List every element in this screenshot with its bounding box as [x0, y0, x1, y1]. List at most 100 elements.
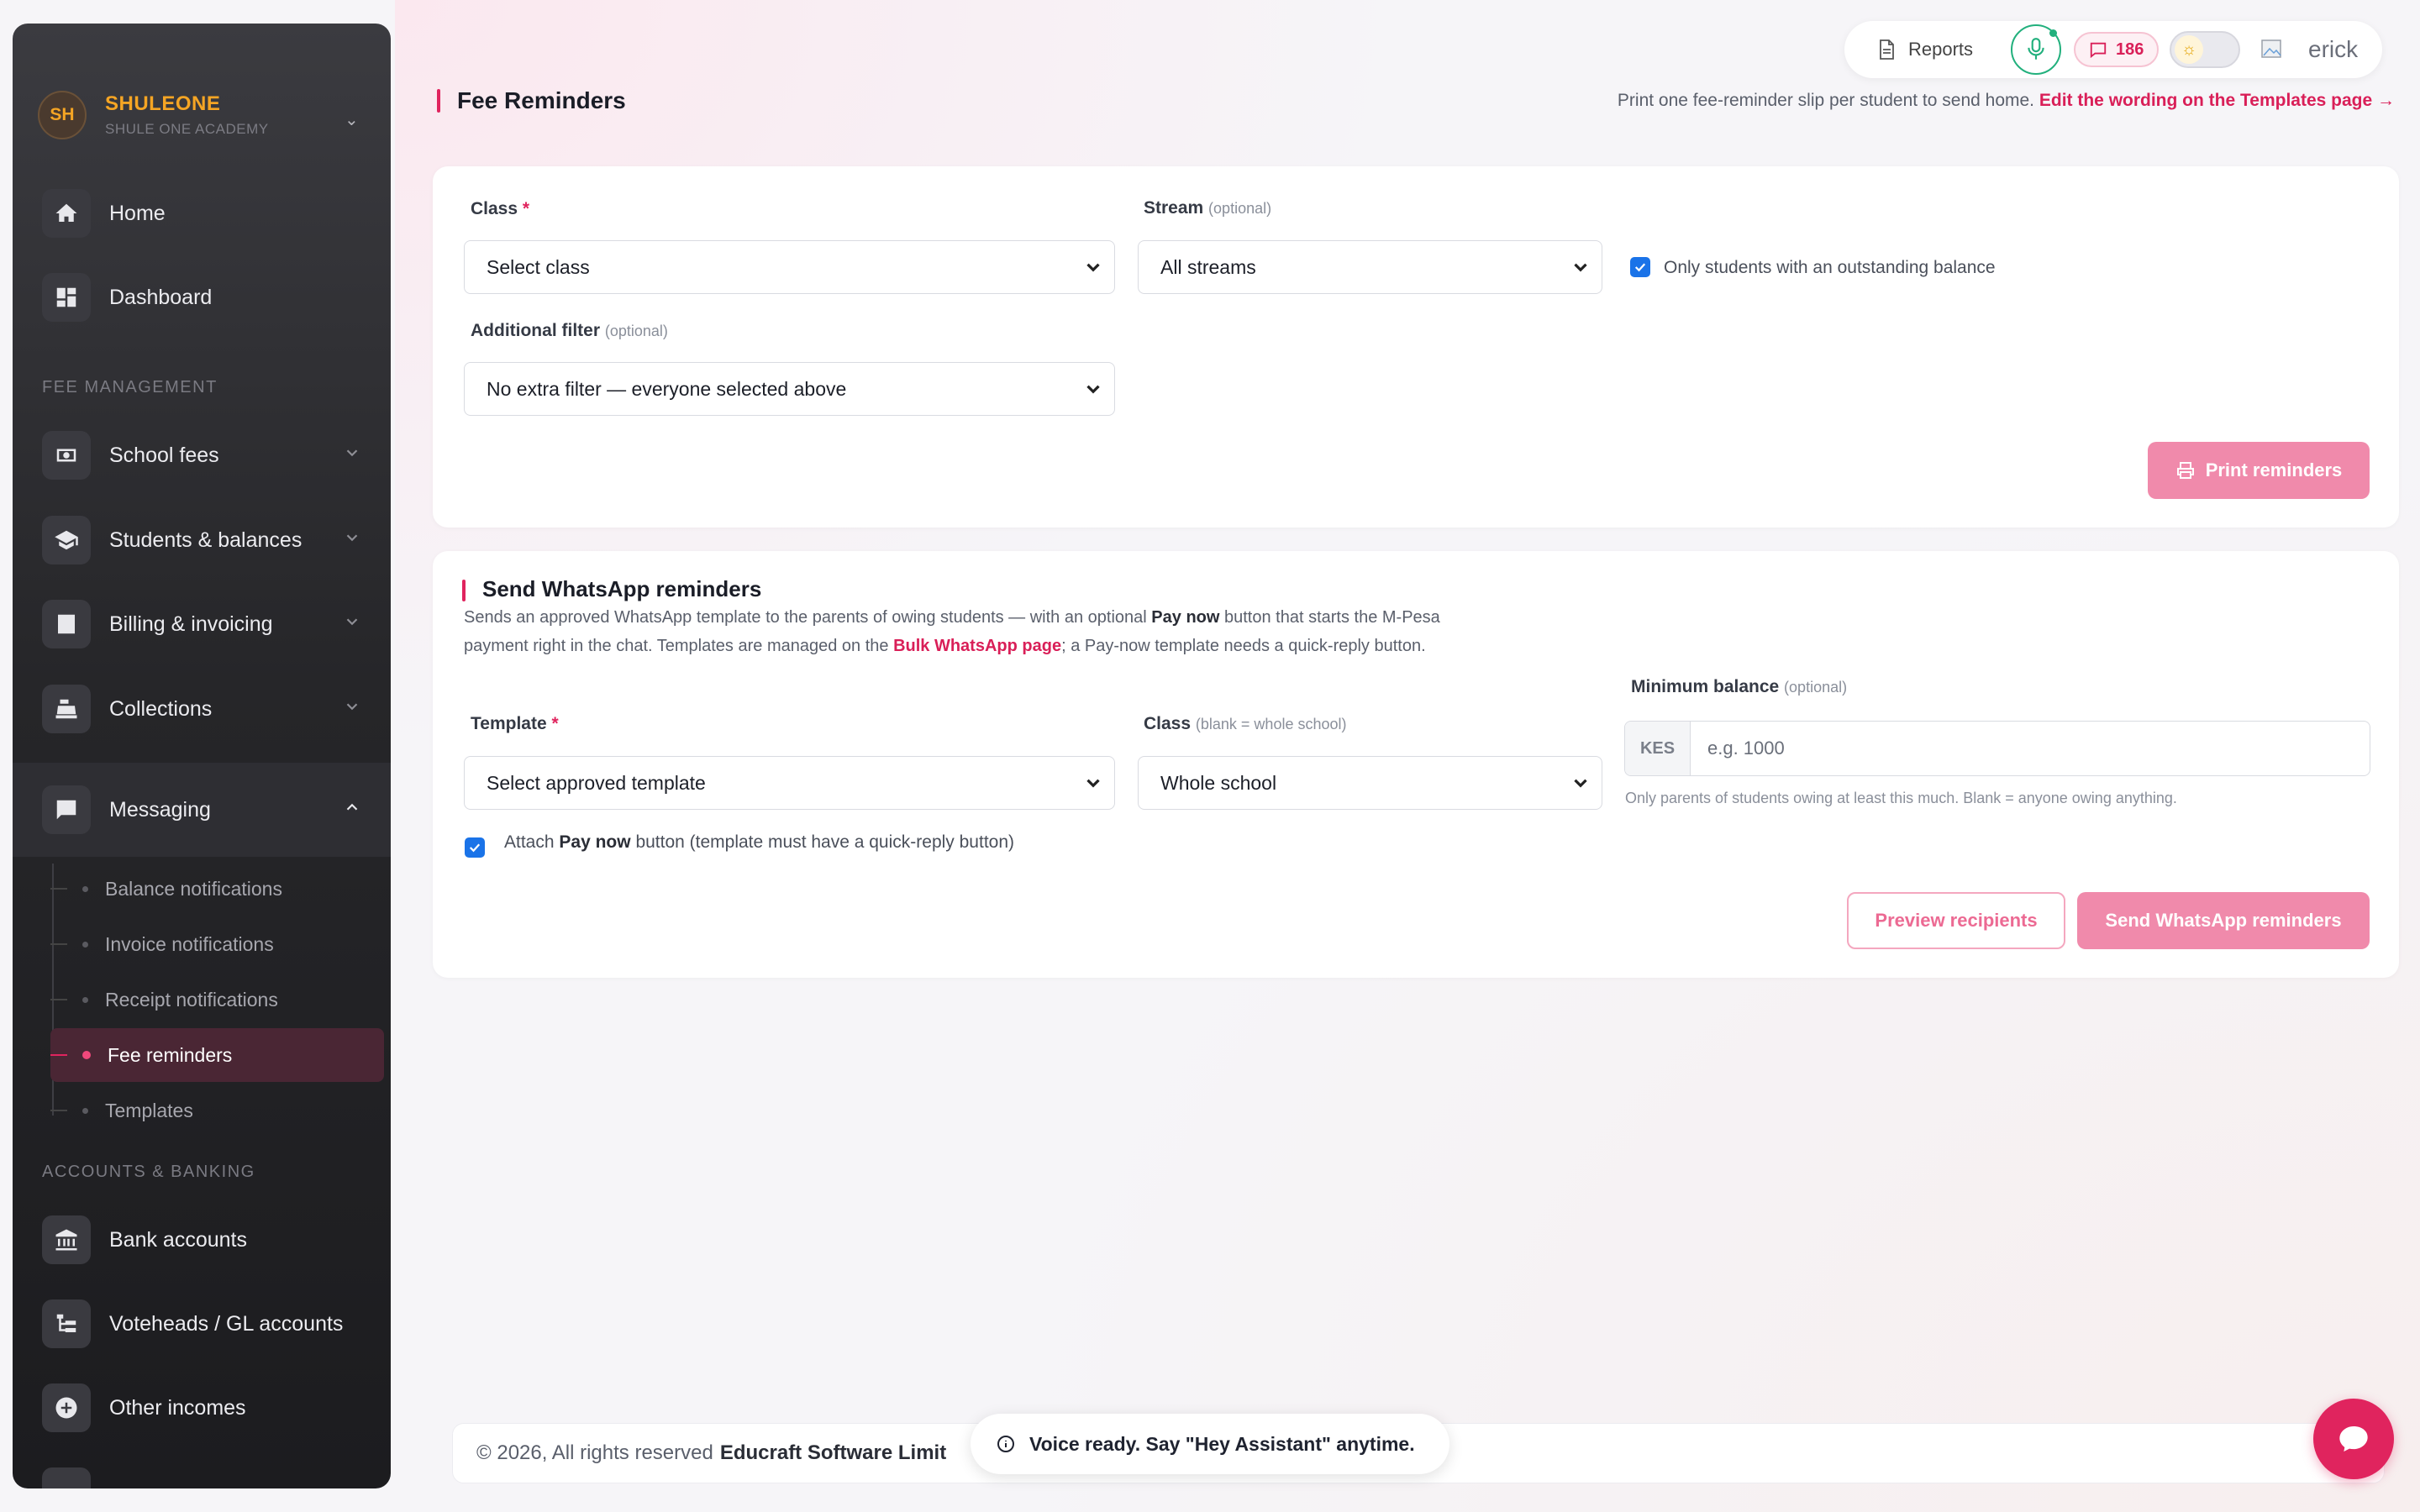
bullet-icon: [82, 885, 88, 892]
page-hint-text: Print one fee-reminder slip per student …: [1617, 91, 2035, 110]
brand-name: SHULEONE: [105, 92, 221, 115]
nav-item-messaging[interactable]: Messaging: [42, 780, 378, 839]
chat-icon: [2090, 42, 2107, 59]
sub-item-label: Receipt notifications: [105, 988, 278, 1011]
template-select[interactable]: Select approved template: [464, 756, 1115, 810]
sub-item-receipt-notifications[interactable]: Receipt notifications: [50, 973, 384, 1026]
print-reminders-card: [433, 166, 2399, 528]
messages-count: 186: [2116, 39, 2144, 59]
nav-item-collections[interactable]: Collections: [42, 680, 378, 738]
currency-prefix: KES: [1625, 722, 1691, 775]
template-label: Template *: [471, 714, 559, 733]
outstanding-balance-label: Only students with an outstanding balanc…: [1664, 258, 1996, 277]
nav-label: Home: [109, 201, 166, 225]
microphone-icon: [2028, 38, 2044, 60]
bullet-icon: [82, 996, 88, 1003]
print-reminders-label: Print reminders: [2205, 459, 2343, 480]
additional-filter-value: No extra filter — everyone selected abov…: [487, 377, 847, 400]
additional-filter-select[interactable]: No extra filter — everyone selected abov…: [464, 362, 1115, 416]
dashboard-icon: [42, 273, 91, 322]
nav-item-bank-accounts[interactable]: Bank accounts: [42, 1210, 378, 1269]
send-whatsapp-button[interactable]: Send WhatsApp reminders: [2077, 892, 2370, 949]
company-name: Educraft Software Limit: [719, 1441, 947, 1464]
bullet-icon: [82, 1107, 88, 1114]
brand-subtitle: SHULE ONE ACADEMY: [105, 121, 269, 137]
sub-item-balance-notifications[interactable]: Balance notifications: [50, 862, 384, 916]
chevron-up-icon: [343, 798, 361, 822]
user-avatar[interactable]: [2260, 37, 2286, 62]
nav-section-accounts-banking: ACCOUNTS & BANKING: [42, 1163, 255, 1181]
tree-icon: [42, 1299, 91, 1348]
info-icon: [997, 1436, 1014, 1452]
nav-item-voteheads[interactable]: Voteheads / GL accounts: [42, 1294, 378, 1353]
money-icon: [42, 431, 91, 480]
brand-switcher[interactable]: SH SHULEONE SHULE ONE ACADEMY: [38, 91, 269, 139]
templates-page-link[interactable]: Edit the wording on the Templates page →: [2039, 91, 2395, 110]
minimum-balance-label: Minimum balance (optional): [1631, 677, 1848, 696]
theme-toggle[interactable]: ☼: [2170, 31, 2240, 68]
sub-item-label: Fee reminders: [108, 1043, 233, 1066]
graduation-cap-icon: [42, 516, 91, 564]
chevron-down-icon: [1570, 256, 1591, 283]
chevron-down-icon[interactable]: ⌄: [345, 109, 359, 130]
sub-item-invoice-notifications[interactable]: Invoice notifications: [50, 917, 384, 971]
bullet-icon: [82, 941, 88, 948]
chat-button[interactable]: [2313, 1399, 2394, 1479]
check-icon: [1634, 263, 1646, 272]
nav-label: Billing & invoicing: [109, 612, 273, 636]
preview-recipients-button[interactable]: Preview recipients: [1847, 892, 2065, 949]
class-select-value: Select class: [487, 255, 590, 278]
page-hint: Print one fee-reminder slip per student …: [1618, 91, 2395, 111]
nav-label: Other incomes: [109, 1395, 246, 1420]
nav-section-fee-management: FEE MANAGEMENT: [42, 378, 218, 396]
bullet-icon: [82, 1051, 91, 1059]
nav-item-dashboard[interactable]: Dashboard: [42, 268, 378, 327]
nav-label: School fees: [109, 443, 219, 467]
sub-item-label: Invoice notifications: [105, 932, 274, 955]
nav-item-school-fees[interactable]: School fees: [42, 426, 378, 485]
sun-icon: ☼: [2175, 35, 2203, 64]
reports-button[interactable]: Reports: [1876, 39, 1973, 60]
messages-badge[interactable]: 186: [2074, 32, 2160, 67]
nav-item-partial[interactable]: [42, 1462, 378, 1488]
stream-select[interactable]: All streams: [1138, 240, 1602, 294]
sub-item-label: Balance notifications: [105, 877, 282, 900]
nav-label: Messaging: [109, 797, 211, 822]
nav-item-other-incomes[interactable]: Other incomes: [42, 1378, 378, 1437]
whatsapp-section-title: Send WhatsApp reminders: [482, 576, 762, 601]
wa-class-select-value: Whole school: [1160, 771, 1277, 794]
minimum-balance-placeholder: e.g. 1000: [1707, 738, 1785, 759]
sub-item-templates[interactable]: Templates: [50, 1084, 384, 1137]
nav-item-billing-invoicing[interactable]: Billing & invoicing: [42, 595, 378, 654]
attach-pay-now-checkbox[interactable]: [465, 837, 485, 858]
send-whatsapp-label: Send WhatsApp reminders: [2105, 910, 2342, 931]
invoice-icon: [42, 600, 91, 648]
menu-icon: [42, 1467, 91, 1488]
stream-select-value: All streams: [1160, 255, 1256, 278]
voice-toast: Voice ready. Say "Hey Assistant" anytime…: [971, 1414, 1449, 1474]
page-title: Fee Reminders: [457, 87, 626, 113]
bank-icon: [42, 1215, 91, 1264]
chevron-down-icon: [1082, 256, 1104, 283]
wa-class-label: Class (blank = whole school): [1144, 714, 1347, 733]
home-icon: [42, 189, 91, 238]
bulk-whatsapp-link[interactable]: Bulk WhatsApp page: [893, 637, 1061, 655]
nav-item-students-balances[interactable]: Students & balances: [42, 511, 378, 570]
section-accent: [462, 580, 466, 601]
outstanding-balance-checkbox[interactable]: [1630, 257, 1650, 277]
chevron-down-icon: [1082, 378, 1104, 405]
sub-item-fee-reminders[interactable]: Fee reminders: [50, 1028, 384, 1082]
print-reminders-button[interactable]: Print reminders: [2148, 442, 2370, 499]
minimum-balance-input[interactable]: KES e.g. 1000: [1624, 721, 2370, 776]
nav-item-home[interactable]: Home: [42, 184, 378, 243]
whatsapp-section-description: Sends an approved WhatsApp template to t…: [464, 608, 1440, 655]
nav-label: Dashboard: [109, 285, 213, 309]
nav-label: Voteheads / GL accounts: [109, 1311, 344, 1336]
class-select[interactable]: Select class: [464, 240, 1115, 294]
plus-circle-icon: [42, 1383, 91, 1432]
wa-class-select[interactable]: Whole school: [1138, 756, 1602, 810]
sub-item-label: Templates: [105, 1099, 193, 1121]
document-icon: [1880, 39, 1894, 60]
microphone-button[interactable]: [2011, 24, 2061, 75]
user-name[interactable]: erick: [2308, 36, 2358, 63]
